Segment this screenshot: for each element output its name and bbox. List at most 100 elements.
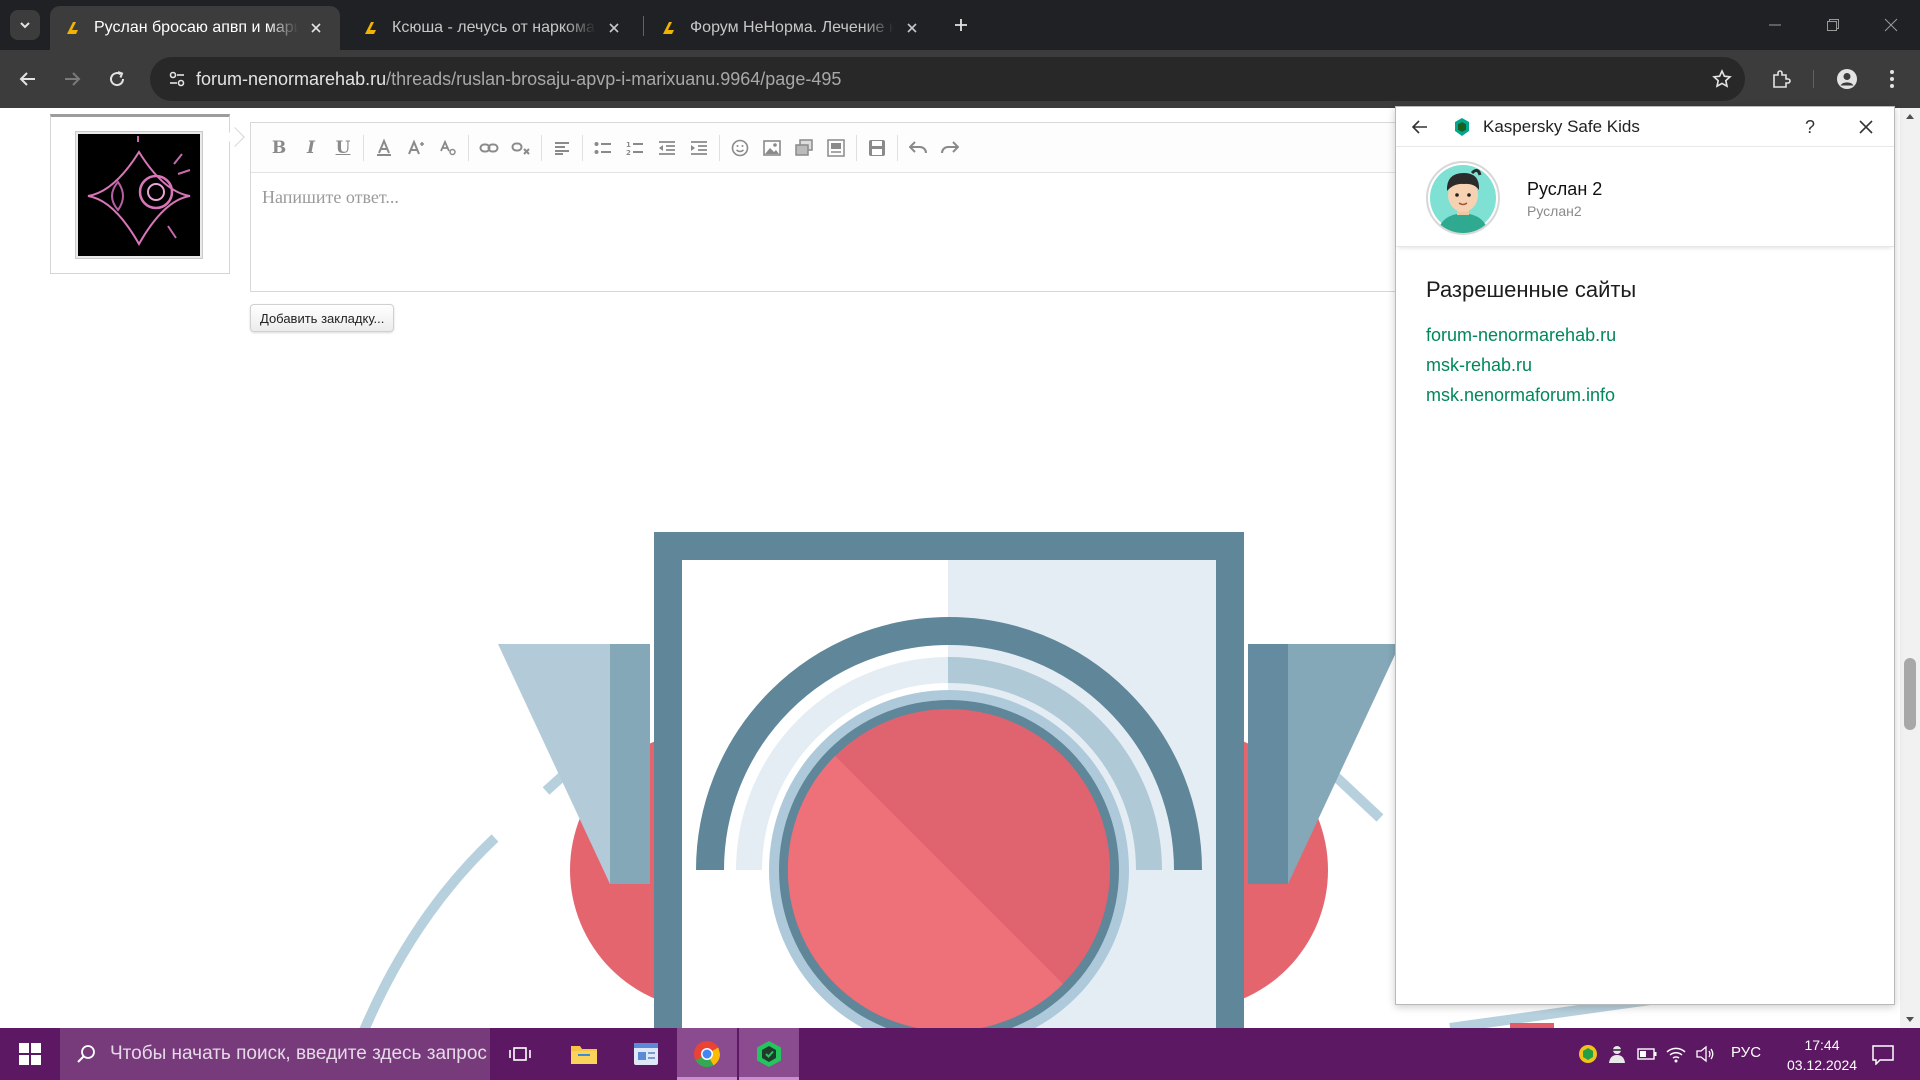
tab-title: Руслан бросаю апвп и марихуану	[94, 19, 298, 36]
insert-block-icon[interactable]	[820, 133, 852, 163]
add-bookmark-button[interactable]: Добавить закладку...	[250, 304, 395, 332]
save-draft-icon[interactable]	[861, 133, 893, 163]
undo-icon[interactable]	[902, 133, 934, 163]
toolbar-separator	[856, 134, 857, 161]
restore-button[interactable]	[1804, 0, 1862, 50]
scroll-down-icon[interactable]	[1905, 1016, 1915, 1024]
extensions-button[interactable]	[1765, 63, 1797, 95]
outdent-icon[interactable]	[651, 133, 683, 163]
forum-favicon-icon	[663, 22, 674, 34]
browser-menu-button[interactable]	[1876, 63, 1908, 95]
editor-placeholder: Напишите ответ...	[262, 187, 399, 207]
scrollbar-thumb[interactable]	[1904, 658, 1916, 730]
allowed-site-link[interactable]: msk-rehab.ru	[1426, 355, 1532, 376]
align-icon[interactable]	[546, 133, 578, 163]
allowed-site-link[interactable]: forum-nenormarehab.ru	[1426, 325, 1616, 346]
bold-icon[interactable]: B	[263, 133, 295, 163]
reply-editor[interactable]: B I U 1 2 Напишите ответ...	[250, 122, 1400, 292]
tab-ruslan[interactable]: Руслан бросаю апвп и марихуану	[50, 6, 340, 50]
close-tab-icon[interactable]	[902, 18, 922, 38]
back-button[interactable]	[12, 63, 44, 95]
tab-title: Ксюша - лечусь от наркомании	[392, 19, 596, 36]
kaspersky-back-button[interactable]	[1408, 115, 1432, 139]
svg-text:1: 1	[626, 141, 631, 149]
child-name: Руслан 2	[1527, 179, 1603, 199]
toolbar-separator	[541, 134, 542, 161]
taskbar-search-box[interactable]: Чтобы начать поиск, введите здесь запрос	[60, 1028, 490, 1080]
kaspersky-header: Kaspersky Safe Kids ?	[1396, 107, 1894, 147]
toolbar-separator	[363, 134, 364, 161]
input-language[interactable]: РУС	[1731, 1044, 1761, 1061]
boy-avatar-image	[1430, 165, 1496, 233]
start-button[interactable]	[0, 1028, 60, 1080]
numbered-list-icon[interactable]: 12	[619, 133, 651, 163]
kaspersky-safe-kids-panel: Kaspersky Safe Kids ? Руслан 2 Руслан2 Р…	[1395, 106, 1895, 1005]
chrome-button[interactable]	[677, 1028, 737, 1080]
wifi-icon[interactable]	[1665, 1043, 1687, 1065]
star-icon	[1712, 69, 1732, 88]
profile-button[interactable]	[1831, 63, 1863, 95]
user-tray-icon[interactable]	[1606, 1043, 1628, 1065]
volume-icon[interactable]	[1694, 1043, 1716, 1065]
site-info-button[interactable]	[162, 64, 192, 94]
file-explorer-button[interactable]	[554, 1028, 614, 1080]
kaspersky-logo-icon	[1455, 118, 1469, 136]
system-clock[interactable]: 17:44 03.12.2024	[1772, 1035, 1872, 1075]
close-icon	[1859, 120, 1873, 134]
redo-icon[interactable]	[934, 133, 966, 163]
indent-icon[interactable]	[683, 133, 715, 163]
child-account: Руслан2	[1527, 203, 1582, 219]
toolbar-divider	[1813, 70, 1814, 88]
child-avatar	[1426, 161, 1500, 235]
url-text[interactable]: forum-nenormarehab.ru/threads/ruslan-bro…	[196, 69, 841, 90]
user-avatar[interactable]	[75, 131, 203, 259]
smiley-icon[interactable]	[724, 133, 756, 163]
page-scrollbar[interactable]	[1900, 108, 1920, 1028]
clock-date: 03.12.2024	[1786, 1057, 1858, 1073]
kaspersky-title: Kaspersky Safe Kids	[1483, 117, 1640, 136]
kaspersky-taskbar-button[interactable]	[739, 1028, 799, 1080]
media-icon[interactable]	[788, 133, 820, 163]
tab-forum-nenorma[interactable]: Форум НеНорма. Лечение наркомании	[646, 6, 936, 50]
tab-separator	[643, 16, 644, 36]
underline-icon[interactable]: U	[327, 133, 359, 163]
kaspersky-tray-icon[interactable]	[1577, 1043, 1599, 1065]
tab-strip: Руслан бросаю апвп и марихуану Ксюша - л…	[0, 0, 1920, 50]
new-tab-button[interactable]	[946, 10, 976, 40]
font-family-icon[interactable]	[432, 133, 464, 163]
tab-search-button[interactable]	[10, 10, 40, 40]
font-size-icon[interactable]	[400, 133, 432, 163]
windows-taskbar: Чтобы начать поиск, введите здесь запрос…	[0, 1028, 1920, 1080]
help-button[interactable]: ?	[1796, 113, 1824, 141]
close-window-button[interactable]	[1862, 0, 1920, 50]
battery-icon[interactable]	[1636, 1043, 1658, 1065]
folder-icon	[571, 1046, 597, 1064]
kaspersky-close-button[interactable]	[1852, 113, 1880, 141]
text-color-icon[interactable]	[368, 133, 400, 163]
forward-button[interactable]	[56, 63, 88, 95]
bullet-list-icon[interactable]	[587, 133, 619, 163]
puzzle-icon	[1773, 70, 1791, 88]
forum-favicon-icon	[365, 22, 376, 34]
notification-center-button[interactable]	[1868, 1040, 1898, 1070]
minimize-button[interactable]	[1746, 0, 1804, 50]
task-view-button[interactable]	[490, 1028, 550, 1080]
scroll-up-icon[interactable]	[1905, 112, 1915, 120]
toolbar-separator	[582, 134, 583, 161]
italic-icon[interactable]: I	[295, 133, 327, 163]
tab-ksyusha[interactable]: Ксюша - лечусь от наркомании	[348, 6, 638, 50]
taskbar-app-button[interactable]	[616, 1028, 676, 1080]
image-icon[interactable]	[756, 133, 788, 163]
unlink-icon[interactable]	[505, 133, 537, 163]
clock-time: 17:44	[1804, 1037, 1840, 1053]
close-tab-icon[interactable]	[604, 18, 624, 38]
link-icon[interactable]	[473, 133, 505, 163]
minimize-icon	[1769, 24, 1781, 26]
plus-icon	[955, 19, 967, 31]
allowed-site-link[interactable]: msk.nenormaforum.info	[1426, 385, 1615, 406]
bookmark-star-button[interactable]	[1709, 66, 1735, 92]
close-tab-icon[interactable]	[306, 18, 326, 38]
reload-button[interactable]	[101, 63, 133, 95]
forum-favicon-icon	[67, 22, 78, 34]
address-bar[interactable]: forum-nenormarehab.ru/threads/ruslan-bro…	[150, 57, 1745, 101]
